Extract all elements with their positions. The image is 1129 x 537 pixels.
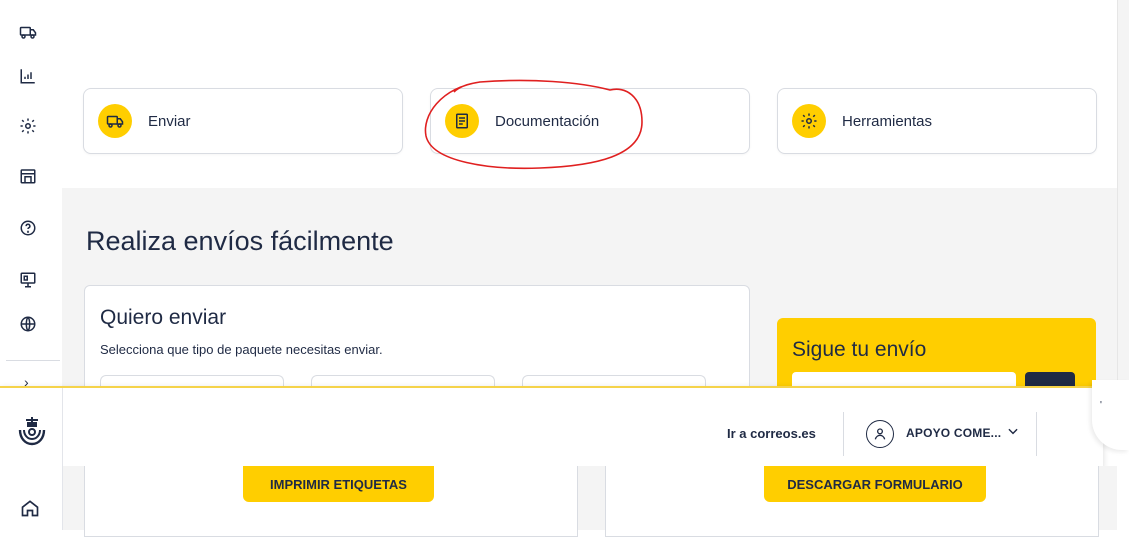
sidebar-divider: [6, 360, 60, 361]
corner-widget-icon: ': [1100, 400, 1102, 411]
help-icon[interactable]: [16, 216, 40, 240]
header-divider: [843, 412, 844, 456]
card-label: Enviar: [148, 112, 191, 130]
scrollbar-track[interactable]: [1117, 0, 1129, 400]
truck-icon[interactable]: [16, 20, 40, 44]
track-card-title: Sigue tu envío: [792, 338, 927, 361]
chart-icon[interactable]: [16, 64, 40, 88]
print-labels-button[interactable]: IMPRIMIR ETIQUETAS: [243, 466, 434, 502]
home-icon[interactable]: [20, 498, 40, 518]
user-menu-name[interactable]: APOYO COME...: [906, 426, 1001, 440]
download-form-button[interactable]: DESCARGAR FORMULARIO: [764, 466, 986, 502]
correos-logo-icon[interactable]: [14, 414, 50, 450]
card-label: Herramientas: [842, 112, 933, 130]
card-herramientas[interactable]: Herramientas: [777, 88, 1097, 154]
globe-icon[interactable]: [16, 312, 40, 336]
card-label: Documentación: [495, 112, 600, 130]
card-documentacion[interactable]: Documentación: [430, 88, 750, 154]
send-card-title: Quiero enviar: [100, 306, 227, 329]
gear-icon: [792, 104, 826, 138]
store-icon[interactable]: [16, 164, 40, 188]
truck-icon: [98, 104, 132, 138]
page-title: Realiza envíos fácilmente: [86, 226, 394, 256]
card-enviar[interactable]: Enviar: [83, 88, 403, 154]
send-card-subtitle: Selecciona que tipo de paquete necesitas…: [100, 342, 383, 357]
chevron-down-icon[interactable]: [1006, 424, 1020, 438]
user-icon[interactable]: [866, 420, 894, 448]
gear-icon[interactable]: [16, 114, 40, 138]
monitor-icon[interactable]: [16, 268, 40, 292]
correos-link[interactable]: Ir a correos.es: [727, 426, 816, 441]
header-divider: [1036, 412, 1037, 456]
document-icon: [445, 104, 479, 138]
